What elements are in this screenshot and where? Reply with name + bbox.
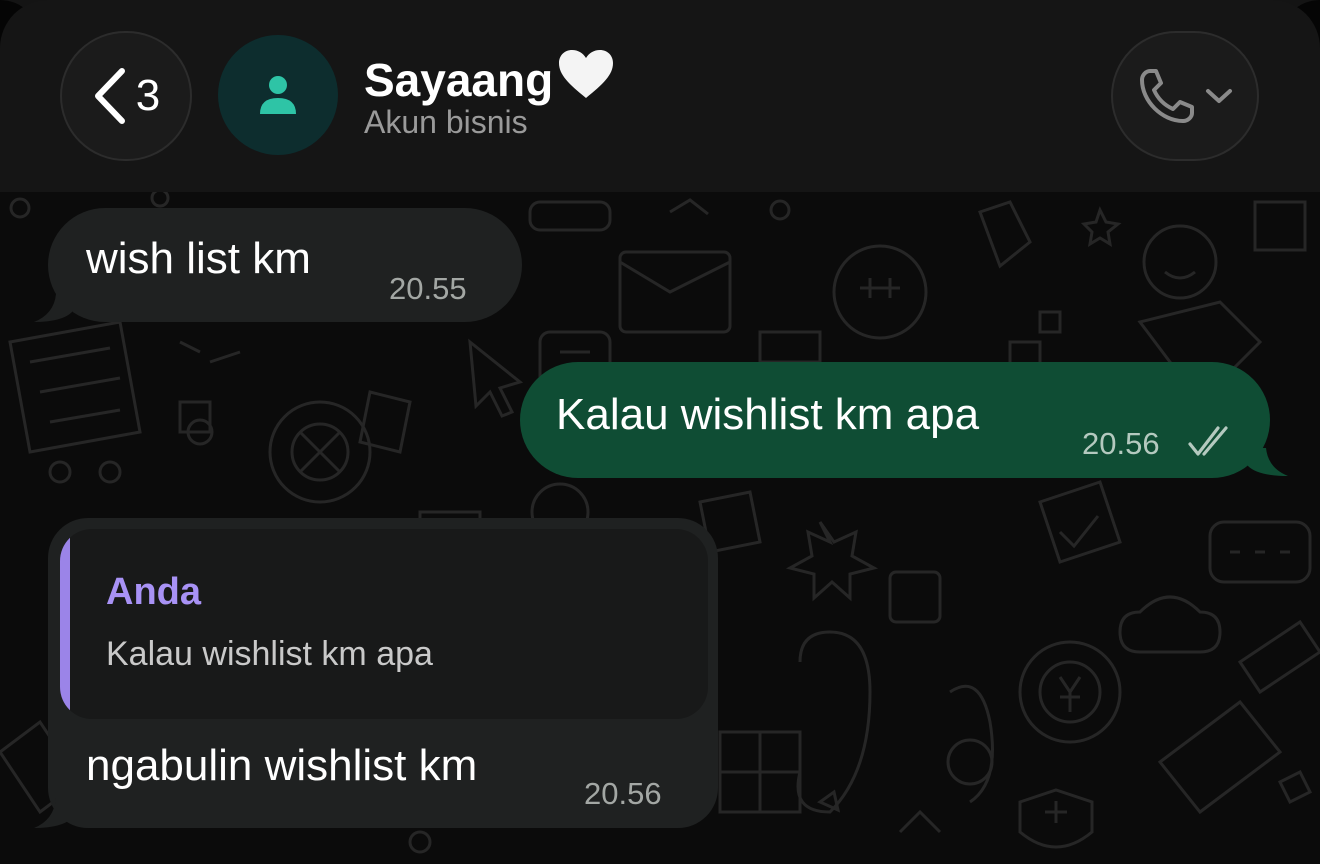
header-bar: 3 Sayaang Akun bisnis <box>0 0 1320 192</box>
quote-accent-bar <box>60 529 70 719</box>
phone-icon <box>1140 69 1194 123</box>
message-text: ngabulin wishlist km <box>86 741 478 790</box>
contact-subtitle: Akun bisnis <box>364 104 528 140</box>
contact-name[interactable]: Sayaang <box>364 48 615 108</box>
heart-icon <box>559 50 614 98</box>
message-time: 20.56 <box>1082 426 1160 461</box>
chevron-down-icon[interactable] <box>1204 86 1234 106</box>
message-text: wish list km <box>86 234 311 283</box>
bubble-tail <box>1248 448 1288 476</box>
avatar[interactable] <box>218 35 338 155</box>
quote-text: Kalau wishlist km apa <box>106 635 433 673</box>
message-time: 20.56 <box>584 776 662 811</box>
quote-author: Anda <box>106 571 201 613</box>
double-check-icon <box>1188 426 1228 456</box>
message-time: 20.55 <box>389 271 467 306</box>
chat-header: 3 Sayaang Akun bisnis <box>0 0 1320 192</box>
bubble-tail <box>34 798 72 828</box>
person-icon <box>260 76 296 114</box>
contact-name-text: Sayaang <box>364 54 554 106</box>
reply-quote[interactable]: Anda Kalau wishlist km apa <box>60 529 708 719</box>
call-button[interactable] <box>1111 31 1259 161</box>
bubble-tail <box>34 294 72 322</box>
message-text: Kalau wishlist km apa <box>556 390 980 439</box>
unread-count: 3 <box>135 71 161 120</box>
chevron-left-icon <box>94 68 125 124</box>
back-button[interactable]: 3 <box>60 31 192 161</box>
chat-area[interactable]: wish list km 20.55 Kalau wishlist km apa… <box>0 192 1320 864</box>
